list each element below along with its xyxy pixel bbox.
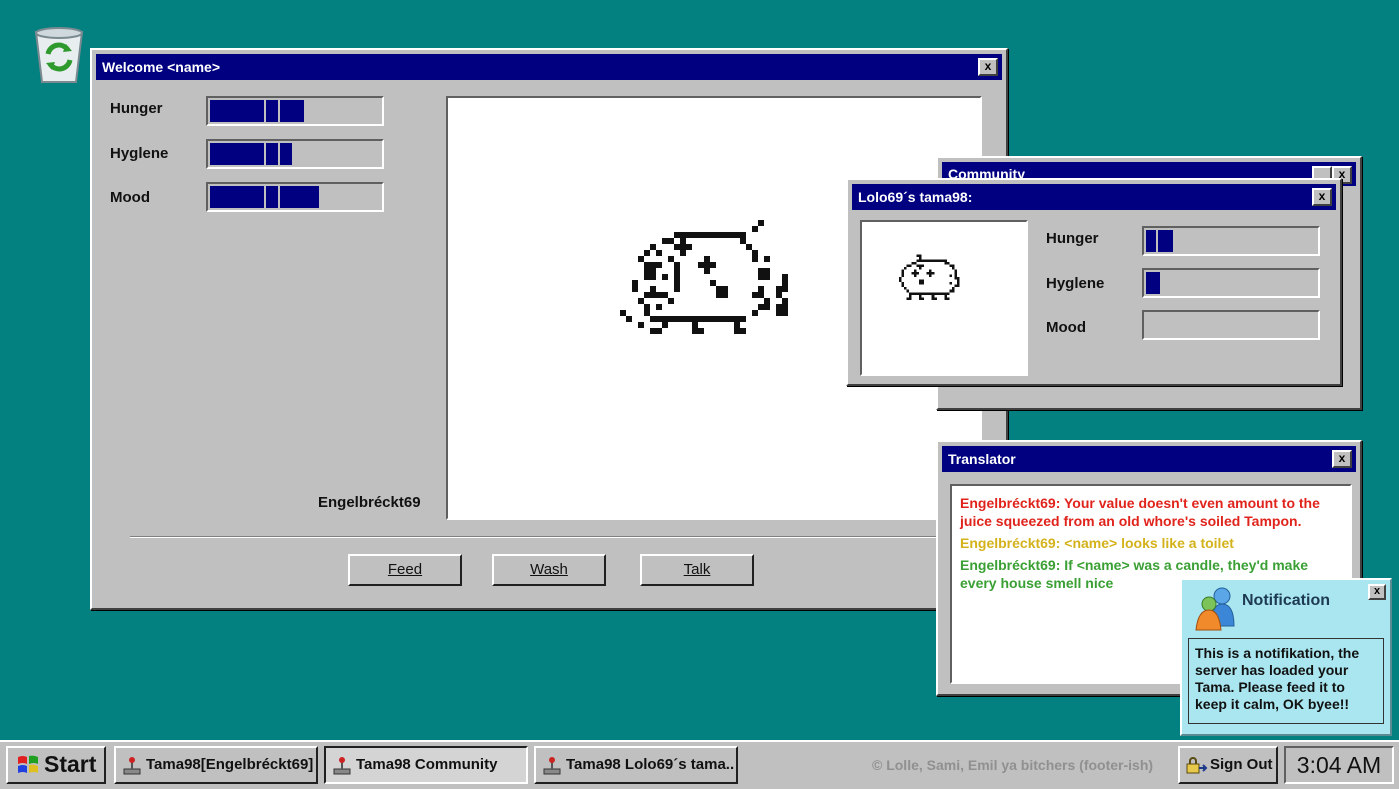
- friend-window-title: Lolo69´s tama98:: [858, 189, 973, 205]
- friend-pet-sprite: [899, 254, 960, 300]
- joystick-icon: [333, 757, 351, 775]
- notification-close-button[interactable]: x: [1368, 584, 1386, 600]
- friend-tama-window: Lolo69´s tama98: x Hunger Hyglene Mood: [846, 178, 1342, 386]
- friend-stat-bar-hunger: [1142, 226, 1320, 256]
- sign-out-label: Sign Out: [1210, 756, 1273, 773]
- friend-stat-fill-hygiene: [1146, 272, 1160, 294]
- start-button[interactable]: Start: [6, 746, 106, 784]
- stat-label-hunger: Hunger: [110, 100, 163, 117]
- start-label: Start: [44, 751, 97, 777]
- sign-out-icon: [1186, 757, 1208, 774]
- main-window-title: Welcome <name>: [102, 59, 221, 75]
- stat-fill-hunger: [210, 100, 304, 122]
- wash-button[interactable]: Wash: [492, 554, 606, 586]
- username-label: Engelbréckt69: [318, 494, 421, 511]
- friend-window-close-button[interactable]: x: [1312, 188, 1332, 206]
- stat-bar-mood: [206, 182, 384, 212]
- friend-window-titlebar[interactable]: Lolo69´s tama98: x: [852, 184, 1336, 210]
- friend-stat-label-hygiene: Hyglene: [1046, 275, 1105, 292]
- tama-pet-sprite: [620, 220, 788, 334]
- sign-out-button[interactable]: Sign Out: [1178, 746, 1278, 784]
- taskbar-item-friend[interactable]: Tama98 Lolo69´s tama..: [534, 746, 738, 784]
- notification-title: Notification: [1242, 592, 1330, 609]
- windows-logo-icon: [18, 755, 38, 773]
- taskbar-item-label: Tama98[Engelbréckt69]: [146, 756, 314, 773]
- friend-stat-label-mood: Mood: [1046, 319, 1086, 336]
- taskbar-item-main[interactable]: Tama98[Engelbréckt69]: [114, 746, 318, 784]
- taskbar-item-community[interactable]: Tama98 Community: [324, 746, 528, 784]
- joystick-icon: [543, 757, 561, 775]
- friend-stat-label-hunger: Hunger: [1046, 230, 1099, 247]
- notification-popup: x Notification This is a notifikation, t…: [1180, 578, 1392, 736]
- stat-bar-hygiene: [206, 139, 384, 169]
- friend-stat-fill-hunger: [1146, 230, 1174, 252]
- chat-message: Engelbréckt69: Your value doesn't even a…: [960, 495, 1320, 529]
- friend-pet-display: [860, 220, 1028, 376]
- feed-button-label: Feed: [387, 561, 423, 578]
- translator-titlebar[interactable]: Translator x: [942, 446, 1356, 472]
- friend-stat-bar-hygiene: [1142, 268, 1320, 298]
- clock-time: 3:04 AM: [1296, 752, 1382, 778]
- chat-message: Engelbréckt69: <name> looks like a toile…: [960, 535, 1234, 551]
- talk-button[interactable]: Talk: [640, 554, 754, 586]
- joystick-icon: [123, 757, 141, 775]
- stat-label-mood: Mood: [110, 189, 150, 206]
- stat-label-hygiene: Hyglene: [110, 145, 169, 162]
- messenger-people-icon: [1195, 587, 1235, 631]
- notification-body: This is a notifikation, the server has l…: [1188, 638, 1384, 724]
- talk-button-label: Talk: [683, 561, 711, 578]
- stat-bar-hunger: [206, 96, 384, 126]
- translator-title: Translator: [948, 451, 1016, 467]
- main-window-close-button[interactable]: x: [978, 58, 998, 76]
- taskbar-item-label: Tama98 Lolo69´s tama..: [566, 756, 735, 773]
- main-window-titlebar[interactable]: Welcome <name> x: [96, 54, 1002, 80]
- friend-stat-bar-mood: [1142, 310, 1320, 340]
- translator-close-button[interactable]: x: [1332, 450, 1352, 468]
- footer-credits: © Lolle, Sami, Emil ya bitchers (footer-…: [872, 757, 1154, 773]
- clock: 3:04 AM: [1284, 746, 1394, 784]
- wash-button-label: Wash: [530, 561, 568, 578]
- separator-line: [130, 536, 982, 538]
- recycle-bin-icon[interactable]: [30, 24, 88, 86]
- taskbar-item-label: Tama98 Community: [356, 756, 498, 773]
- feed-button[interactable]: Feed: [348, 554, 462, 586]
